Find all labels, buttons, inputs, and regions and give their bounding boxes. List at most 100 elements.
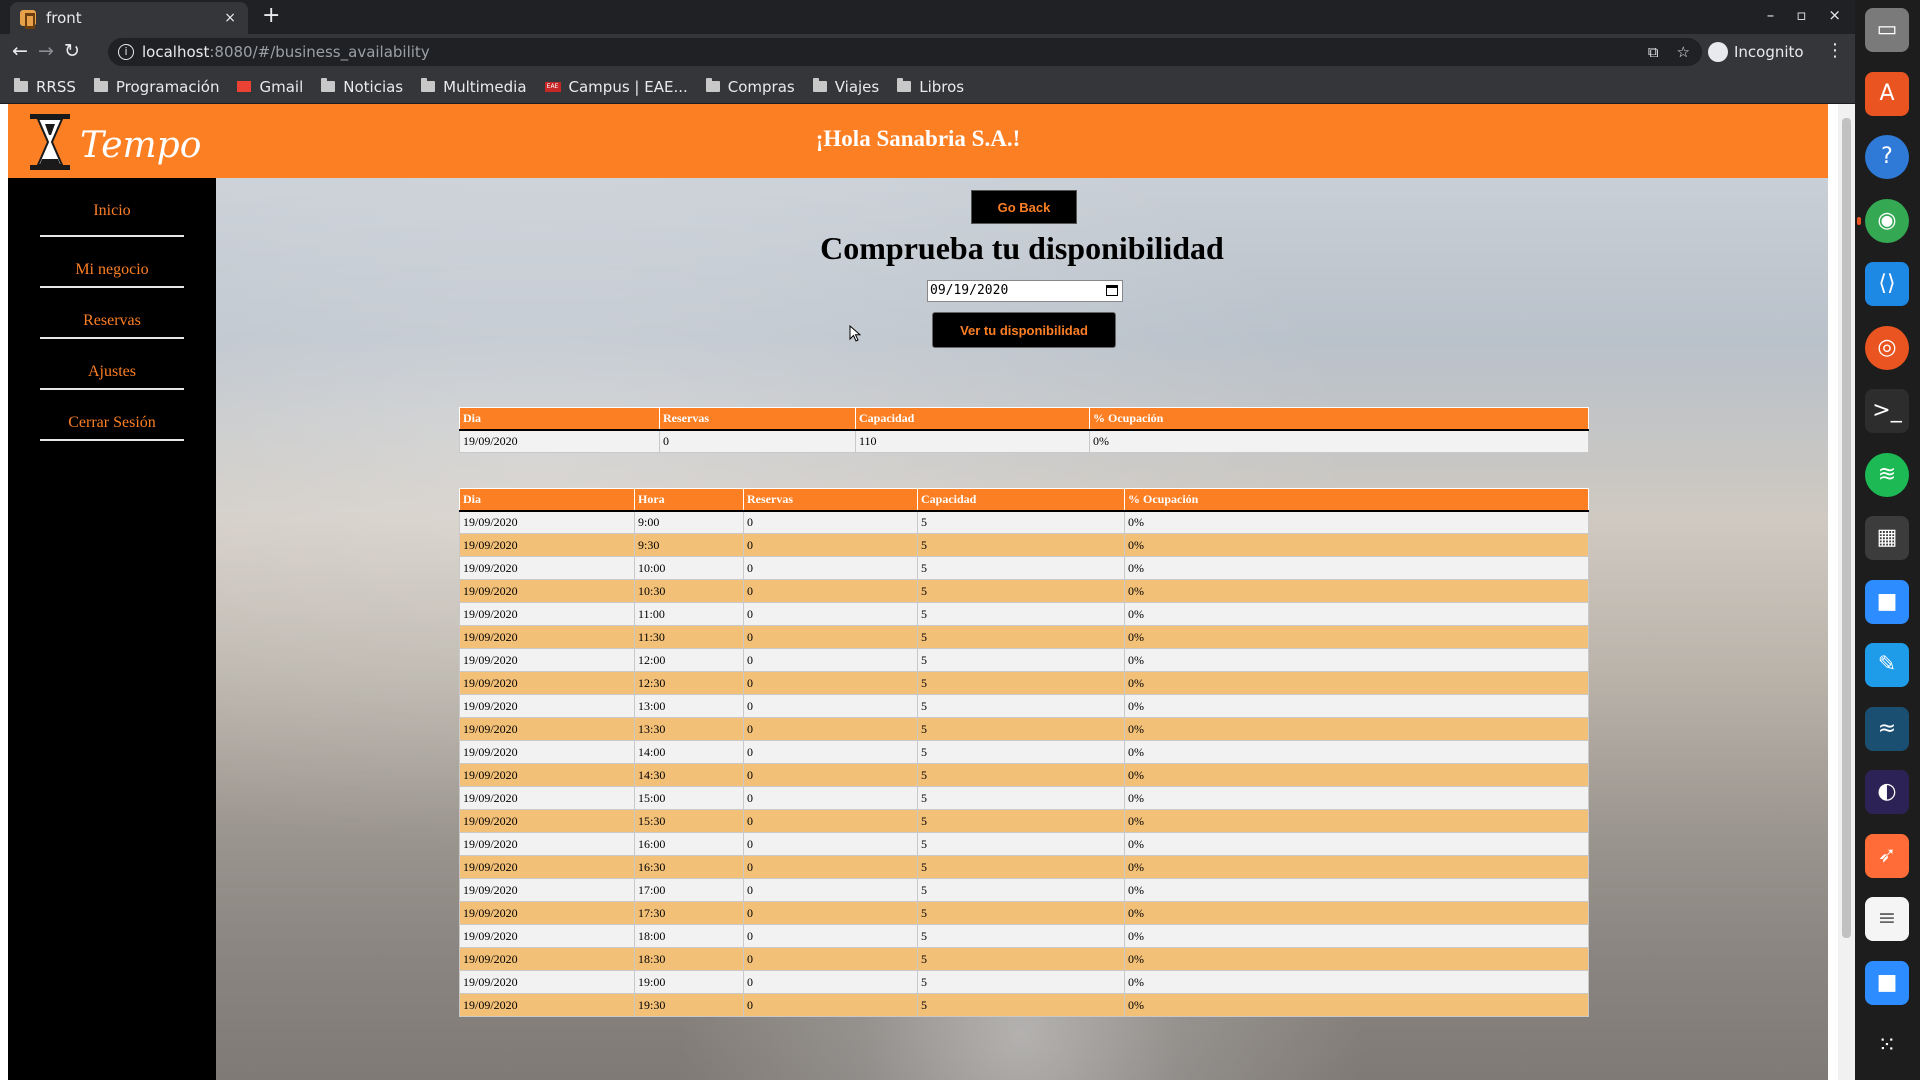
sidebar-item-ajustes[interactable]: Ajustes (40, 339, 184, 390)
bookmark-gmail[interactable]: Gmail (237, 78, 303, 96)
table-cell: 0% (1124, 717, 1589, 741)
column-header: Hora (634, 488, 744, 512)
check-availability-button[interactable]: Ver tu disponibilidad (932, 312, 1116, 348)
bookmark-multimedia[interactable]: Multimedia (421, 78, 527, 96)
mouse-cursor-icon (849, 325, 861, 342)
vscode-icon[interactable]: ⟨⟩ (1865, 262, 1909, 306)
table-cell: 0 (743, 602, 918, 626)
text-editor-icon[interactable]: ≡ (1865, 897, 1909, 941)
scrollbar-thumb[interactable] (1842, 118, 1851, 938)
date-input[interactable]: 09/19/2020 (927, 280, 1123, 302)
translate-icon[interactable]: ⧉ (1648, 43, 1659, 61)
software-center-glyph: A (1879, 80, 1895, 106)
sidebar-item-cerrar-sesion[interactable]: Cerrar Sesión (40, 390, 184, 441)
software-center-icon[interactable]: A (1865, 71, 1909, 116)
bookmark-programacion[interactable]: Programación (93, 78, 219, 96)
ubuntu-icon[interactable]: ◎ (1865, 325, 1909, 370)
bookmark-campus-eae[interactable]: EAE Campus | EAE... (544, 78, 688, 96)
table-cell: 0 (659, 429, 856, 453)
table-cell: 19/09/2020 (459, 579, 635, 603)
slots-table: Dia Hora Reservas Capacidad % Ocupación … (459, 488, 1589, 1017)
bookmark-label: RRSS (36, 77, 76, 96)
address-bar[interactable]: i localhost:8080/#/business_availability… (108, 38, 1702, 66)
table-cell: 19/09/2020 (459, 924, 635, 948)
help-icon[interactable]: ? (1865, 135, 1909, 179)
table-cell: 0% (1124, 671, 1589, 695)
mysql-workbench-icon[interactable]: ≈ (1865, 706, 1909, 751)
zoom-glyph: ■ (1876, 588, 1898, 614)
url-text[interactable]: localhost:8080/#/business_availability (142, 43, 430, 61)
site-info-icon[interactable]: i (118, 44, 134, 60)
table-cell: 19/09/2020 (459, 901, 635, 925)
spotify-icon[interactable]: ≋ (1865, 452, 1909, 497)
table-cell: 19/09/2020 (459, 533, 635, 557)
table-cell: 19/09/2020 (459, 510, 635, 534)
table-cell: 5 (917, 901, 1125, 925)
browser-menu-icon[interactable]: ⋮ (1826, 40, 1844, 61)
sidebar-item-reservas[interactable]: Reservas (40, 288, 184, 339)
table-cell: 14:00 (634, 740, 744, 764)
table-cell: 5 (917, 671, 1125, 695)
page-scrollbar[interactable] (1838, 104, 1855, 1080)
table-cell: 5 (917, 878, 1125, 902)
incognito-indicator[interactable]: Incognito (1708, 42, 1804, 62)
table-row: 19/09/2020 14:30 0 5 0% (459, 763, 1589, 787)
table-cell: 0 (743, 625, 918, 649)
zoom-icon[interactable]: ■ (1865, 579, 1909, 624)
table-cell: 15:30 (634, 809, 744, 833)
folder-icon (705, 78, 720, 92)
back-arrow-icon[interactable]: ← (12, 40, 28, 62)
table-cell: 5 (917, 832, 1125, 856)
table-row: 19/09/2020 11:30 0 5 0% (459, 625, 1589, 649)
table-row: 19/09/2020 12:00 0 5 0% (459, 648, 1589, 672)
files-icon[interactable]: ▭ (1865, 8, 1909, 52)
new-tab-icon[interactable]: + (262, 3, 280, 28)
bookmark-viajes[interactable]: Viajes (812, 78, 879, 96)
ubuntu-dock: ▭ A? ◉ ⟨⟩ ◎ >_ ≋ ▦ ■ ✎ ≈ ◐ ➶ ≡ ■ ⁙ (1855, 0, 1920, 1080)
table-row: 19/09/2020 18:00 0 5 0% (459, 924, 1589, 948)
minimize-icon[interactable]: – (1767, 6, 1775, 24)
url-path: :8080/#/business_availability (209, 43, 430, 61)
column-header: % Ocupación (1124, 488, 1589, 512)
table-header-row: Dia Reservas Capacidad % Ocupación (459, 407, 1589, 431)
reload-icon[interactable]: ↻ (64, 40, 80, 62)
bookmark-libros[interactable]: Libros (897, 78, 964, 96)
bookmark-compras[interactable]: Compras (705, 78, 795, 96)
table-cell: 12:00 (634, 648, 744, 672)
table-cell: 19/09/2020 (459, 429, 660, 453)
zoom-meetings-icon[interactable]: ■ (1865, 960, 1909, 1005)
sidebar-item-inicio[interactable]: Inicio (40, 178, 184, 237)
table-row: 19/09/2020 19:00 0 5 0% (459, 970, 1589, 994)
maximize-icon[interactable]: ▫ (1796, 6, 1806, 24)
bookmark-noticias[interactable]: Noticias (321, 78, 403, 96)
bookmark-star-icon[interactable]: ☆ (1677, 43, 1690, 61)
table-cell: 17:00 (634, 878, 744, 902)
table-cell: 5 (917, 924, 1125, 948)
browser-tab[interactable]: front × (10, 2, 248, 34)
eclipse-icon[interactable]: ◐ (1865, 770, 1909, 814)
table-cell: 5 (917, 694, 1125, 718)
table-cell: 5 (917, 602, 1125, 626)
table-row: 19/09/2020 15:30 0 5 0% (459, 809, 1589, 833)
tab-close-icon[interactable]: × (224, 10, 236, 26)
table-row: 19/09/2020 12:30 0 5 0% (459, 671, 1589, 695)
incognito-label: Incognito (1734, 43, 1804, 61)
table-cell: 19/09/2020 (459, 625, 635, 649)
bookmark-label: Gmail (259, 77, 304, 96)
close-window-icon[interactable]: × (1828, 6, 1841, 24)
postman-icon[interactable]: ➶ (1865, 833, 1909, 878)
sidebar-item-mi-negocio[interactable]: Mi negocio (40, 237, 184, 288)
calendar-icon[interactable] (1106, 285, 1118, 296)
table-cell: 16:00 (634, 832, 744, 856)
chrome-icon[interactable]: ◉ (1857, 198, 1909, 243)
bookmark-rrss[interactable]: RRSS (14, 78, 76, 96)
forward-arrow-icon[interactable]: → (38, 40, 54, 62)
table-cell: 5 (917, 947, 1125, 971)
show-apps-icon[interactable]: ⁙ (1865, 1024, 1909, 1068)
terminal-icon[interactable]: >_ (1865, 389, 1909, 433)
notes-app-icon[interactable]: ✎ (1865, 643, 1909, 687)
table-cell: 19:30 (634, 993, 744, 1017)
calculator-icon[interactable]: ▦ (1865, 516, 1909, 560)
table-cell: 10:30 (634, 579, 744, 603)
go-back-button[interactable]: Go Back (971, 190, 1077, 224)
